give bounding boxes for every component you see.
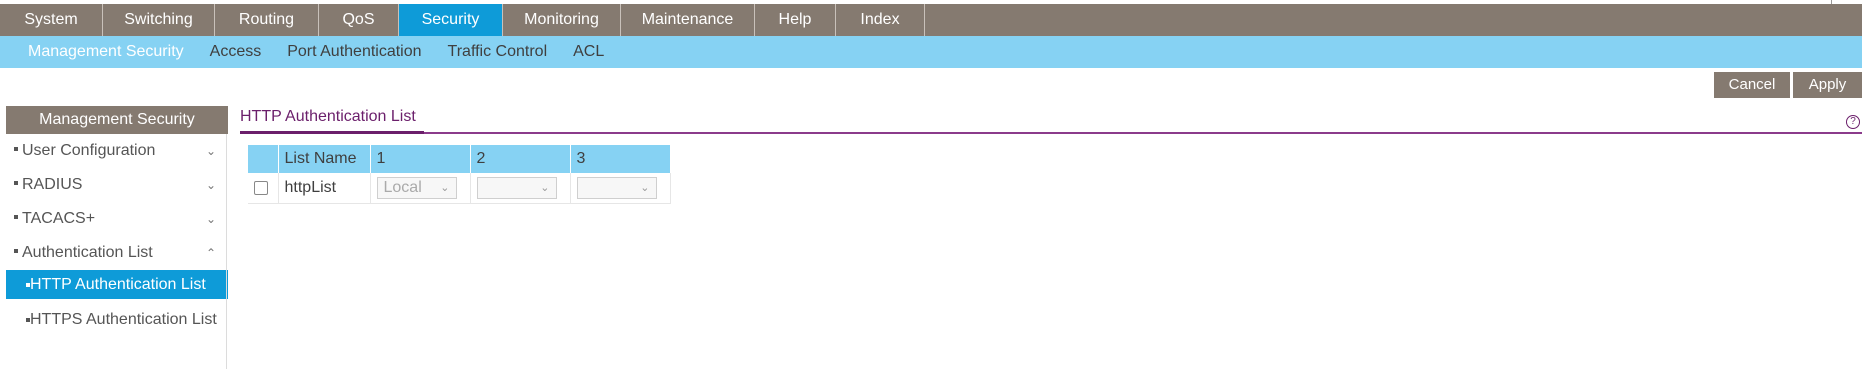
chevron-down-icon: ⌄ <box>205 144 216 158</box>
menu-item-label: TACACS+ <box>22 210 96 227</box>
left-menu: Management Security User Configuration ⌄… <box>6 106 228 334</box>
table-row: httpList Local ⌄ ⌄ ⌄ <box>248 173 671 204</box>
menu-item-label: RADIUS <box>22 176 83 193</box>
method-3-cell: ⌄ <box>570 173 671 204</box>
menu-item-label: User Configuration <box>22 142 156 159</box>
bullet-icon <box>14 248 18 253</box>
nav-monitoring[interactable]: Monitoring <box>503 4 621 36</box>
title-underline <box>240 131 424 134</box>
method-1-cell: Local ⌄ <box>370 173 471 204</box>
method-1-select[interactable]: Local ⌄ <box>376 176 457 199</box>
nav-help[interactable]: Help <box>755 4 836 36</box>
chevron-down-icon: ⌄ <box>540 181 550 194</box>
chevron-down-icon: ⌄ <box>640 181 650 194</box>
help-icon[interactable]: ? <box>1846 115 1860 129</box>
title-divider <box>240 132 1862 134</box>
menu-subitem-https-authentication-list[interactable]: HTTPS Authentication List <box>6 305 228 334</box>
method-2-select[interactable]: ⌄ <box>476 176 557 199</box>
bullet-icon <box>26 318 30 322</box>
method-3-select[interactable]: ⌄ <box>576 176 657 199</box>
header-list-name[interactable]: List Name <box>278 145 371 173</box>
bullet-icon <box>26 283 30 287</box>
nav-system[interactable]: System <box>0 4 103 36</box>
menu-item-user-configuration[interactable]: User Configuration ⌄ <box>6 134 228 168</box>
chevron-up-icon: ⌃ <box>205 246 216 260</box>
left-menu-border <box>226 134 227 369</box>
bullet-icon <box>14 146 18 151</box>
nav-qos[interactable]: QoS <box>319 4 399 36</box>
top-navigation: System Switching Routing QoS Security Mo… <box>0 4 1862 36</box>
nav-maintenance[interactable]: Maintenance <box>621 4 755 36</box>
subnav-acl[interactable]: ACL <box>573 43 604 61</box>
menu-subitem-http-authentication-list[interactable]: HTTP Authentication List <box>6 270 228 299</box>
header-method-1[interactable]: 1 <box>370 145 471 173</box>
menu-item-label: Authentication List <box>22 244 153 261</box>
header-select <box>248 145 279 173</box>
menu-item-tacacs[interactable]: TACACS+ ⌄ <box>6 202 228 236</box>
header-method-2[interactable]: 2 <box>470 145 571 173</box>
row-select-cell <box>248 173 279 204</box>
subnav-management-security[interactable]: Management Security <box>28 43 184 61</box>
auth-list-table: List Name 1 2 3 httpList Local ⌄ ⌄ ⌄ <box>248 145 671 204</box>
method-1-value: Local <box>383 178 422 196</box>
bullet-icon <box>14 214 18 219</box>
menu-subitem-label: HTTP Authentication List <box>30 276 206 293</box>
row-checkbox[interactable] <box>254 180 268 195</box>
nav-routing[interactable]: Routing <box>215 4 319 36</box>
chevron-down-icon: ⌄ <box>205 212 216 226</box>
table-header-row: List Name 1 2 3 <box>248 145 671 173</box>
method-2-cell: ⌄ <box>470 173 571 204</box>
nav-switching[interactable]: Switching <box>103 4 215 36</box>
menu-subitem-label: HTTPS Authentication List <box>30 311 217 328</box>
menu-item-radius[interactable]: RADIUS ⌄ <box>6 168 228 202</box>
cancel-button[interactable]: Cancel <box>1714 72 1790 98</box>
left-menu-title: Management Security <box>6 106 228 134</box>
subnav-traffic-control[interactable]: Traffic Control <box>448 43 548 61</box>
list-name-cell: httpList <box>278 173 371 204</box>
nav-index[interactable]: Index <box>836 4 925 36</box>
header-method-3[interactable]: 3 <box>570 145 671 173</box>
nav-security[interactable]: Security <box>399 4 503 36</box>
apply-button[interactable]: Apply <box>1793 72 1862 98</box>
subnav-access[interactable]: Access <box>210 43 262 61</box>
chevron-down-icon: ⌄ <box>440 181 450 194</box>
page-title: HTTP Authentication List <box>240 108 416 125</box>
menu-item-authentication-list[interactable]: Authentication List ⌃ <box>6 236 228 270</box>
sub-navigation: Management Security Access Port Authenti… <box>0 36 1862 68</box>
subnav-port-authentication[interactable]: Port Authentication <box>287 43 421 61</box>
bullet-icon <box>14 180 18 185</box>
chevron-down-icon: ⌄ <box>205 178 216 192</box>
